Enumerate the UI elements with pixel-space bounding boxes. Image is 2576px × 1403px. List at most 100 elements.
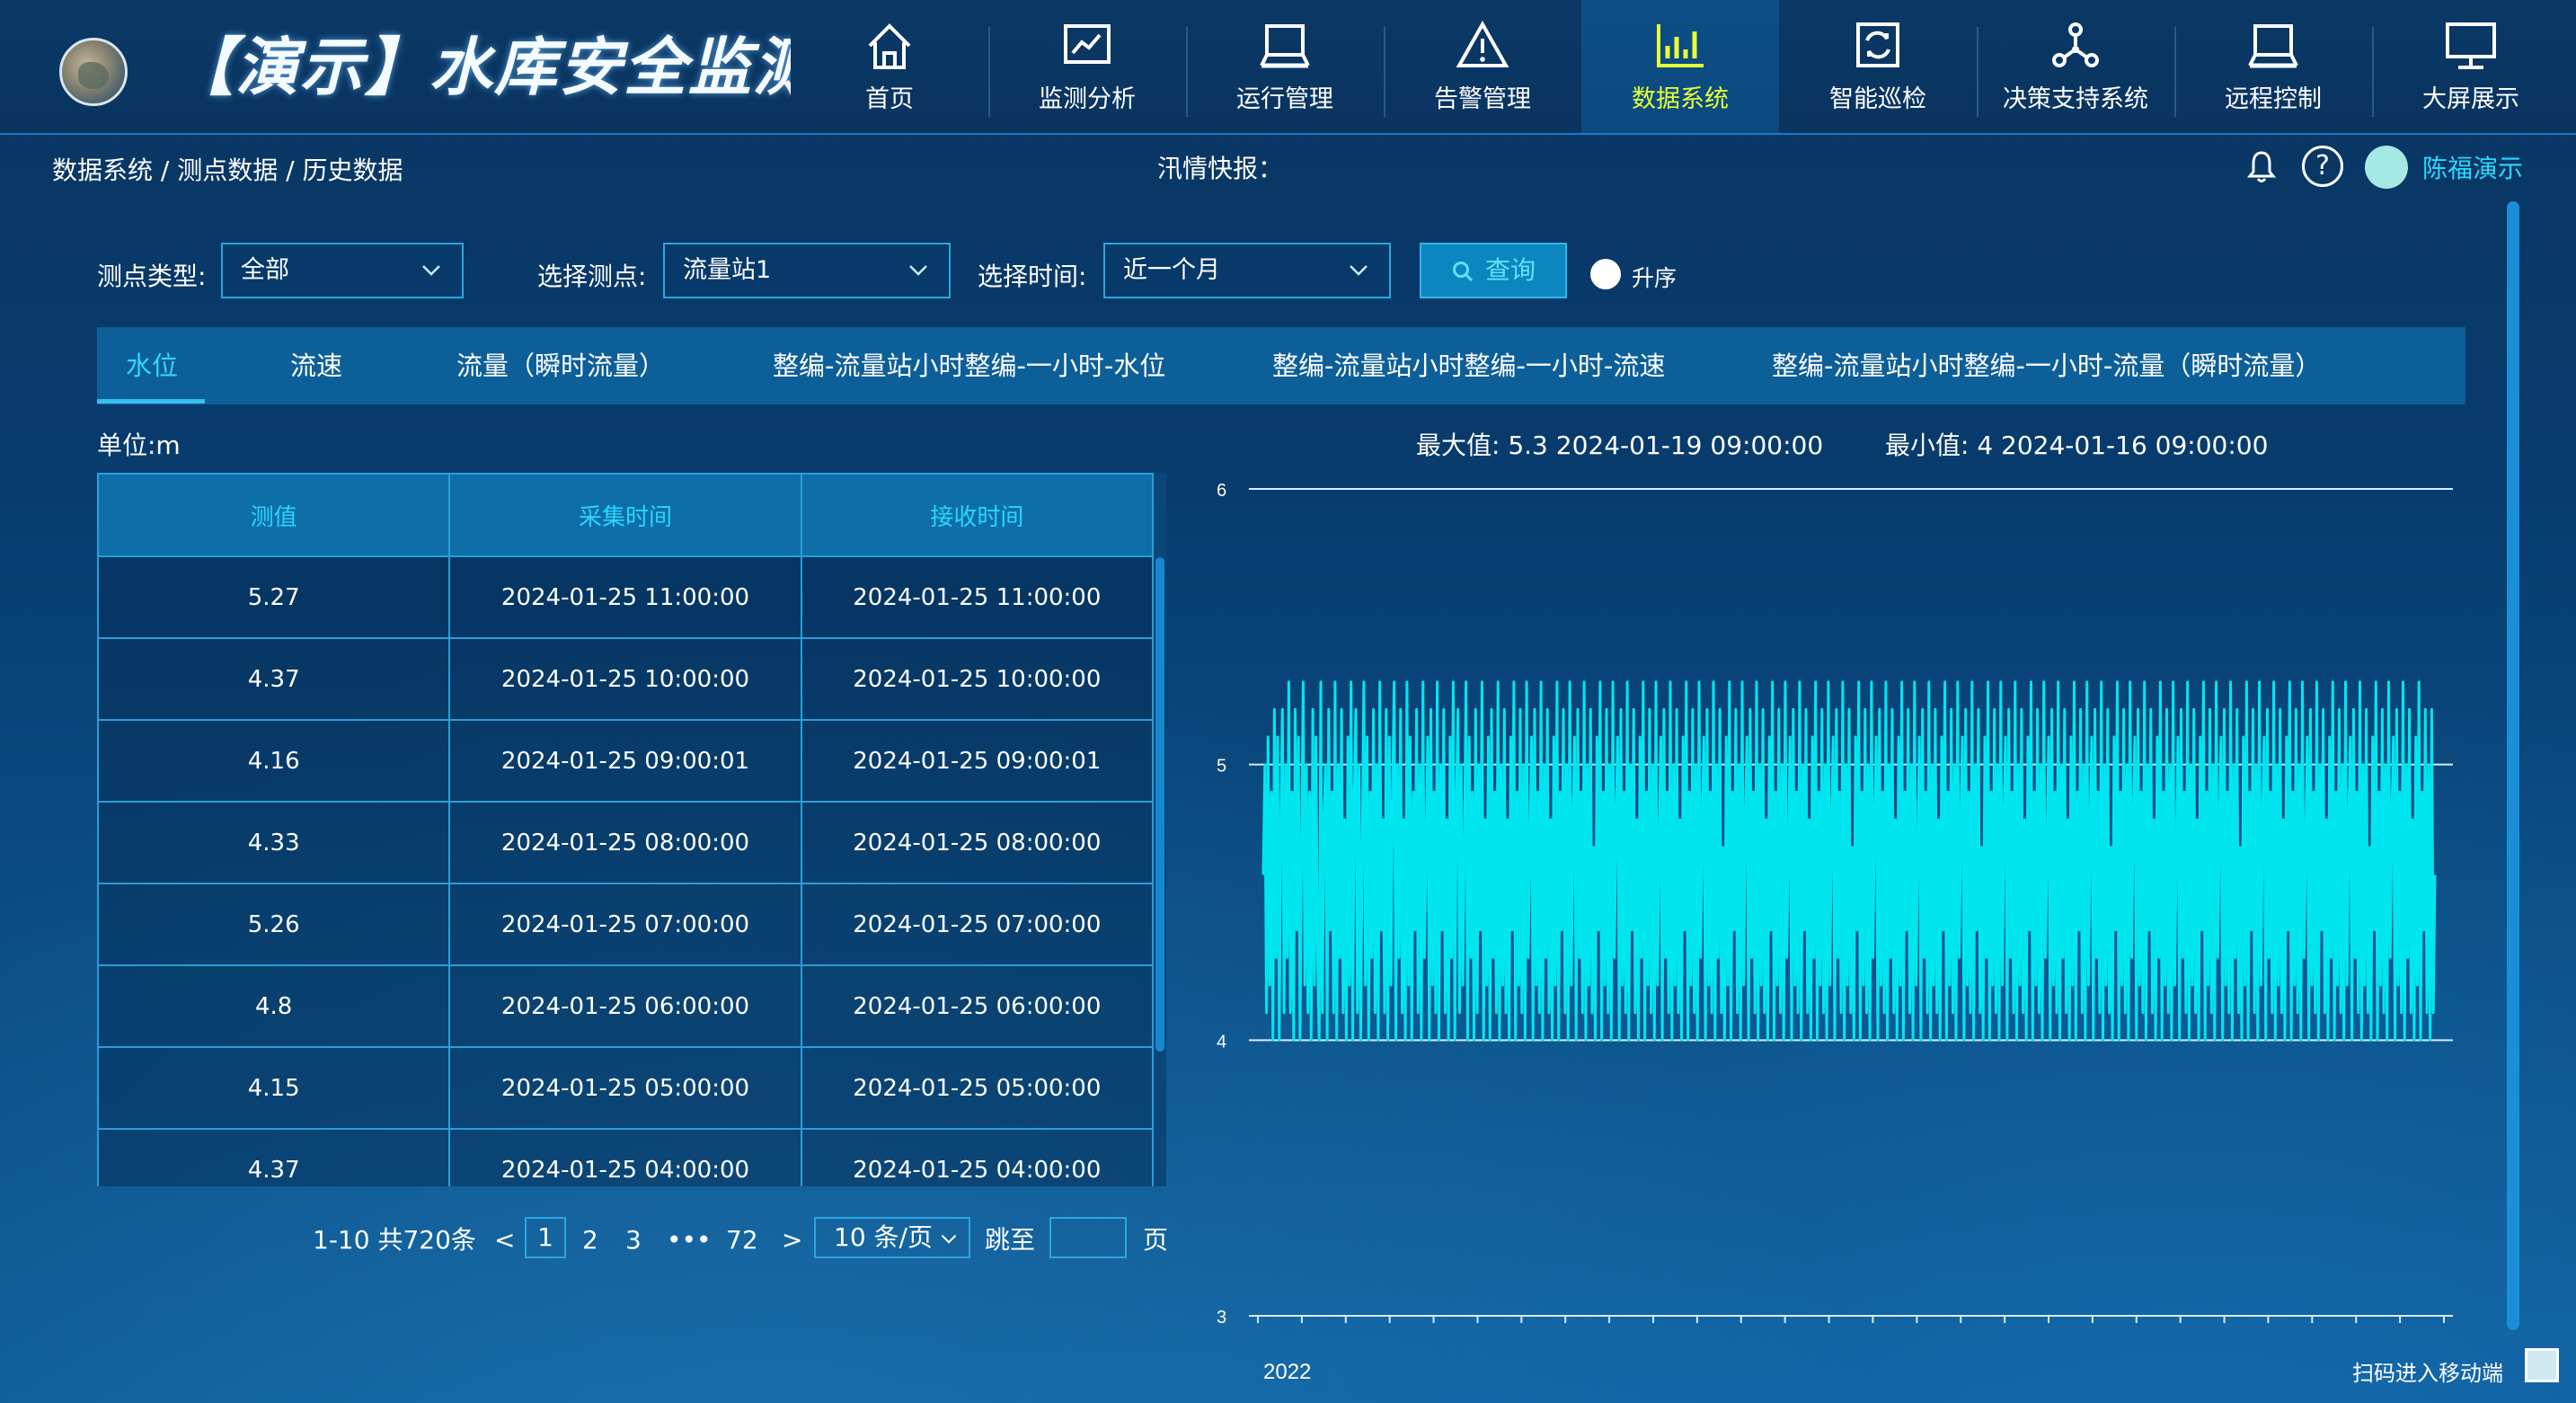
refresh-screen-icon — [1856, 22, 1899, 67]
chevron-down-icon — [909, 265, 927, 276]
cell-collect-time: 2024-01-25 07:00:00 — [448, 883, 802, 966]
ascending-label: 升序 — [1632, 265, 1677, 291]
monitor-icon — [2446, 22, 2496, 69]
nav-item-label: 运行管理 — [1236, 85, 1333, 113]
page-1-button[interactable]: 1 — [525, 1217, 566, 1258]
bell-icon[interactable] — [2246, 149, 2277, 183]
user-name[interactable]: 陈福演示 — [2422, 149, 2523, 185]
breadcrumb: 数据系统 / 测点数据 / 历史数据 — [52, 155, 403, 185]
next-page-button[interactable]: > — [782, 1222, 802, 1258]
nav-separator — [1186, 27, 1188, 117]
page-2-button[interactable]: 2 — [582, 1222, 598, 1258]
cell-receive-time: 2024-01-25 05:00:00 — [800, 1046, 1154, 1130]
point-type-select[interactable]: 全部 — [221, 243, 464, 298]
nav-item-label: 决策支持系统 — [2003, 85, 2148, 113]
nav-item-0[interactable]: 首页 — [791, 0, 988, 133]
cell-collect-time: 2024-01-25 06:00:00 — [448, 964, 802, 1048]
page-3-button[interactable]: 3 — [625, 1222, 642, 1258]
tab-velocity[interactable]: 流速 — [290, 327, 342, 404]
page-72-button[interactable]: 72 — [726, 1222, 758, 1258]
tab-hourly-velocity[interactable]: 整编-流量站小时整编-一小时-流速 — [1272, 327, 1665, 404]
water-level-series-line — [1261, 680, 2437, 1042]
nav-item-4[interactable]: 数据系统 — [1581, 0, 1779, 133]
table-row: 4.33 2024-01-25 08:00:00 2024-01-25 08:00:… — [97, 801, 1154, 884]
point-type-label: 测点类型: — [97, 262, 207, 291]
cell-value: 5.26 — [97, 883, 451, 966]
home-icon — [868, 23, 911, 69]
nav-item-label: 数据系统 — [1632, 85, 1729, 113]
prev-page-button[interactable]: < — [494, 1222, 515, 1258]
nav-item-label: 监测分析 — [1039, 85, 1136, 113]
search-icon — [1452, 262, 1474, 282]
pagination-total: 1-10 共720条 — [313, 1225, 476, 1255]
warning-icon — [1456, 20, 1509, 67]
cell-value: 4.33 — [97, 801, 451, 884]
history-table-container: 测值 采集时间 接收时间 5.27 2024-01-25 11:00:00 2024… — [97, 473, 1154, 1186]
chevron-down-icon — [1350, 265, 1368, 276]
tab-bar: 水位 流速 流量（瞬时流量） 整编-流量站小时整编-一小时-水位 整编-流量站小… — [97, 327, 2465, 404]
table-header-row: 测值 采集时间 接收时间 — [97, 473, 1154, 557]
cell-receive-time: 2024-01-25 11:00:00 — [800, 555, 1154, 639]
table-row: 5.27 2024-01-25 11:00:00 2024-01-25 11:00:… — [97, 555, 1154, 639]
nav-item-label: 告警管理 — [1434, 85, 1531, 113]
cell-value: 4.15 — [97, 1046, 451, 1130]
time-range-select[interactable]: 近一个月 — [1103, 243, 1391, 298]
more-pages-button[interactable]: ••• — [667, 1222, 712, 1258]
line-chart-icon — [1064, 24, 1111, 64]
app-title: 【演示】水库安全监测系统 — [171, 31, 791, 104]
page-scrollbar[interactable] — [2507, 201, 2519, 1330]
tab-flow[interactable]: 流量（瞬时流量） — [456, 327, 665, 404]
time-range-value: 近一个月 — [1123, 256, 1220, 284]
help-icon[interactable]: ? — [2302, 146, 2343, 187]
avatar[interactable] — [2365, 146, 2408, 189]
jump-page-input[interactable] — [1049, 1217, 1127, 1258]
water-level-chart: 3 4 5 6 2022 — [1217, 481, 2453, 1384]
table-scrollbar[interactable] — [1155, 557, 1164, 1052]
qr-code-icon[interactable] — [2525, 1348, 2559, 1382]
table-row: 4.15 2024-01-25 05:00:00 2024-01-25 05:00:… — [97, 1046, 1154, 1130]
tab-hourly-water-level[interactable]: 整编-流量站小时整编-一小时-水位 — [773, 327, 1165, 404]
nav-separator — [988, 27, 990, 117]
page-size-value: 10 条/页 — [834, 1222, 933, 1252]
point-label: 选择测点: — [537, 262, 647, 291]
jump-label: 跳至 — [985, 1225, 1036, 1255]
nav-item-7[interactable]: 远程控制 — [2174, 0, 2372, 133]
mobile-entry-label[interactable]: 扫码进入移动端 — [2352, 1355, 2503, 1387]
tab-water-level[interactable]: 水位 — [126, 327, 178, 404]
table-row: 4.37 2024-01-25 10:00:00 2024-01-25 10:00:… — [97, 637, 1154, 721]
cell-value: 5.27 — [97, 555, 451, 639]
chevron-down-icon — [941, 1234, 957, 1244]
column-header-value: 测值 — [97, 473, 451, 557]
column-header-receive-time: 接收时间 — [800, 473, 1154, 557]
point-value: 流量站1 — [683, 256, 772, 284]
nav-item-5[interactable]: 智能巡检 — [1779, 0, 1977, 133]
top-header: 【演示】水库安全监测系统 首页 监测分析 运行管理 告警管理 数据系统 智能巡检 决策支持系… — [0, 0, 2576, 135]
flood-bulletin-label: 汛情快报： — [1157, 154, 1284, 183]
nav-item-1[interactable]: 监测分析 — [988, 0, 1186, 133]
nav-separator — [2174, 27, 2176, 117]
cell-value: 4.37 — [97, 1128, 451, 1186]
point-select[interactable]: 流量站1 — [663, 243, 951, 298]
cell-collect-time: 2024-01-25 10:00:00 — [448, 637, 802, 721]
query-label: 查询 — [1484, 255, 1536, 285]
nav-item-2[interactable]: 运行管理 — [1186, 0, 1384, 133]
cell-value: 4.8 — [97, 964, 451, 1048]
table-row: 4.16 2024-01-25 09:00:01 2024-01-25 09:00:… — [97, 719, 1154, 803]
nav-item-3[interactable]: 告警管理 — [1384, 0, 1581, 133]
nav-item-6[interactable]: 决策支持系统 — [1977, 0, 2174, 133]
query-button[interactable]: 查询 — [1420, 243, 1567, 298]
cell-receive-time: 2024-01-25 08:00:00 — [800, 801, 1154, 884]
history-table: 测值 采集时间 接收时间 5.27 2024-01-25 11:00:00 2024… — [97, 473, 1154, 1186]
tab-hourly-flow[interactable]: 整编-流量站小时整编-一小时-流量（瞬时流量） — [1772, 327, 2321, 404]
y-tick-label: 3 — [1217, 1308, 1226, 1328]
page-size-select[interactable]: 10 条/页 — [814, 1217, 970, 1258]
laptop-icon — [1260, 24, 1310, 68]
nav-item-label: 远程控制 — [2225, 85, 2322, 113]
y-tick-label: 5 — [1217, 757, 1226, 777]
ascending-toggle[interactable] — [1590, 259, 1621, 289]
cell-value: 4.16 — [97, 719, 451, 803]
nav-item-8[interactable]: 大屏展示 — [2372, 0, 2570, 133]
nav-item-label: 大屏展示 — [2422, 85, 2519, 113]
bar-chart-icon — [1657, 24, 1704, 67]
cell-collect-time: 2024-01-25 11:00:00 — [448, 555, 802, 639]
